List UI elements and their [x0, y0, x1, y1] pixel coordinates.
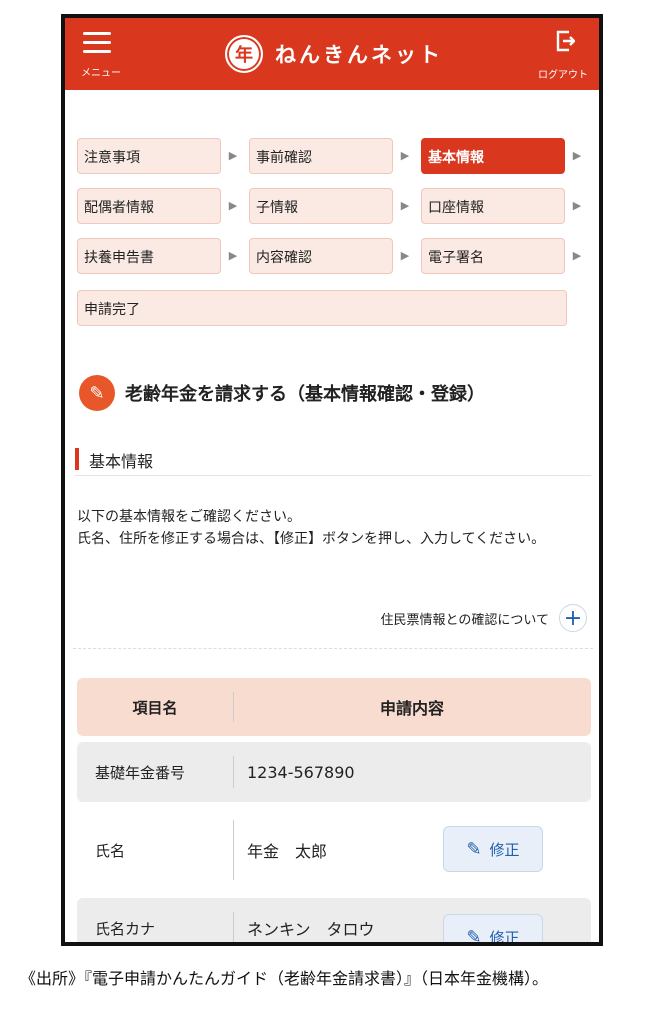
row-value: 1234-567890	[247, 762, 355, 782]
plus-icon[interactable]: +	[559, 604, 587, 632]
step-item-current: 基本情報	[421, 138, 565, 174]
step-item: 子情報	[249, 188, 393, 224]
column-header: 項目名	[132, 698, 178, 717]
edit-button-label: 修正	[489, 840, 520, 859]
heading-accent-bar	[75, 448, 79, 470]
row-value: ネンキン タロウ	[247, 920, 375, 939]
menu-label: メニュー	[81, 68, 121, 79]
edit-document-icon: ✎	[79, 375, 115, 411]
app-logo[interactable]: 年 ねんきんネット	[225, 34, 443, 74]
step-item: 注意事項	[77, 138, 221, 174]
app-header: メニュー 年 ねんきんネット ログアウト	[65, 18, 599, 90]
page-title: 老齢年金を請求する（基本情報確認・登録）	[125, 384, 485, 405]
table-row: 氏名 年金 太郎 ✎ 修正	[77, 806, 591, 894]
row-item-name: 基礎年金番号	[95, 763, 186, 782]
table-row: 氏名カナ ネンキン タロウ ✎ 修正	[77, 898, 591, 946]
row-value: 年金 太郎	[247, 842, 328, 861]
step-arrow-icon: ▶	[400, 249, 410, 262]
step-item: 扶養申告書	[77, 238, 221, 274]
hamburger-icon	[83, 32, 111, 54]
step-arrow-icon: ▶	[572, 199, 582, 212]
logout-icon	[556, 30, 575, 52]
resident-info-toggle[interactable]: 住民票情報との確認について +	[381, 604, 587, 632]
table-header-row: 項目名 申請内容	[77, 678, 591, 736]
intro-line: 氏名、住所を修正する場合は、【修正】ボタンを押し、入力してください。	[77, 531, 546, 547]
edit-button-label: 修正	[489, 928, 520, 946]
table-row: 基礎年金番号 1234-567890	[77, 742, 591, 802]
section-heading: 基本情報	[75, 442, 591, 476]
app-title: ねんきんネット	[275, 43, 443, 67]
column-separator	[233, 912, 234, 942]
edit-name-button[interactable]: ✎ 修正	[443, 826, 543, 872]
resident-info-label: 住民票情報との確認について	[380, 612, 549, 628]
step-item: 配偶者情報	[77, 188, 221, 224]
logout-button[interactable]: ログアウト	[531, 26, 595, 82]
intro-text: 以下の基本情報をご確認ください。 氏名、住所を修正する場合は、【修正】ボタンを押…	[77, 506, 593, 550]
step-arrow-icon: ▶	[228, 199, 238, 212]
edit-kana-button[interactable]: ✎ 修正	[443, 914, 543, 946]
logout-label: ログアウト	[538, 70, 588, 81]
logo-seal-icon: 年	[225, 35, 263, 73]
page-title-block: ✎ 老齢年金を請求する（基本情報確認・登録）	[79, 375, 485, 411]
step-arrow-icon: ▶	[400, 149, 410, 162]
pencil-icon: ✎	[466, 926, 482, 946]
step-arrow-icon: ▶	[228, 249, 238, 262]
phone-screen: メニュー 年 ねんきんネット ログアウト 注意事項 ▶ 事前確認 ▶ 基本情報 …	[61, 14, 603, 946]
intro-line: 以下の基本情報をご確認ください。	[77, 509, 301, 525]
step-arrow-icon: ▶	[572, 249, 582, 262]
row-item-name: 氏名カナ	[95, 919, 156, 938]
divider	[73, 648, 593, 649]
step-item: 電子署名	[421, 238, 565, 274]
step-arrow-icon: ▶	[572, 149, 582, 162]
step-item: 内容確認	[249, 238, 393, 274]
step-item: 口座情報	[421, 188, 565, 224]
source-caption: 《出所》『電子申請かんたんガイド（老齢年金請求書）』（日本年金機構）。	[20, 969, 549, 988]
menu-button[interactable]: メニュー	[73, 26, 129, 82]
row-item-name: 氏名	[95, 841, 126, 860]
pencil-icon: ✎	[466, 838, 482, 860]
step-arrow-icon: ▶	[400, 199, 410, 212]
step-arrow-icon: ▶	[228, 149, 238, 162]
step-item: 申請完了	[77, 290, 567, 326]
section-heading-text: 基本情報	[89, 452, 154, 471]
column-header: 申請内容	[379, 699, 444, 718]
column-separator	[233, 756, 234, 788]
step-item: 事前確認	[249, 138, 393, 174]
column-separator	[233, 820, 234, 880]
